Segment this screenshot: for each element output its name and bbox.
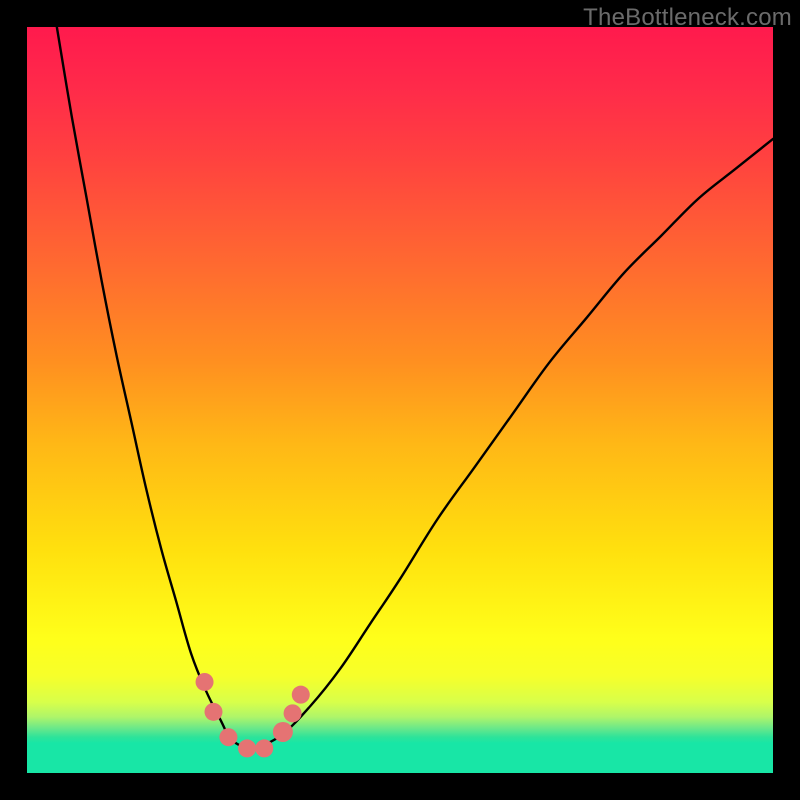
right-curve [251, 139, 773, 751]
curve-marker [238, 739, 256, 757]
curve-marker [292, 686, 310, 704]
watermark-text: TheBottleneck.com [583, 4, 792, 32]
chart-frame: TheBottleneck.com [0, 0, 800, 800]
curve-marker [219, 728, 237, 746]
curve-marker [284, 704, 302, 722]
chart-svg [27, 27, 773, 773]
plot-area [27, 27, 773, 773]
left-curve [57, 27, 251, 751]
curve-marker [255, 739, 273, 757]
curve-markers [196, 673, 310, 757]
curve-marker [205, 703, 223, 721]
curve-marker [196, 673, 214, 691]
curve-marker [273, 722, 293, 742]
